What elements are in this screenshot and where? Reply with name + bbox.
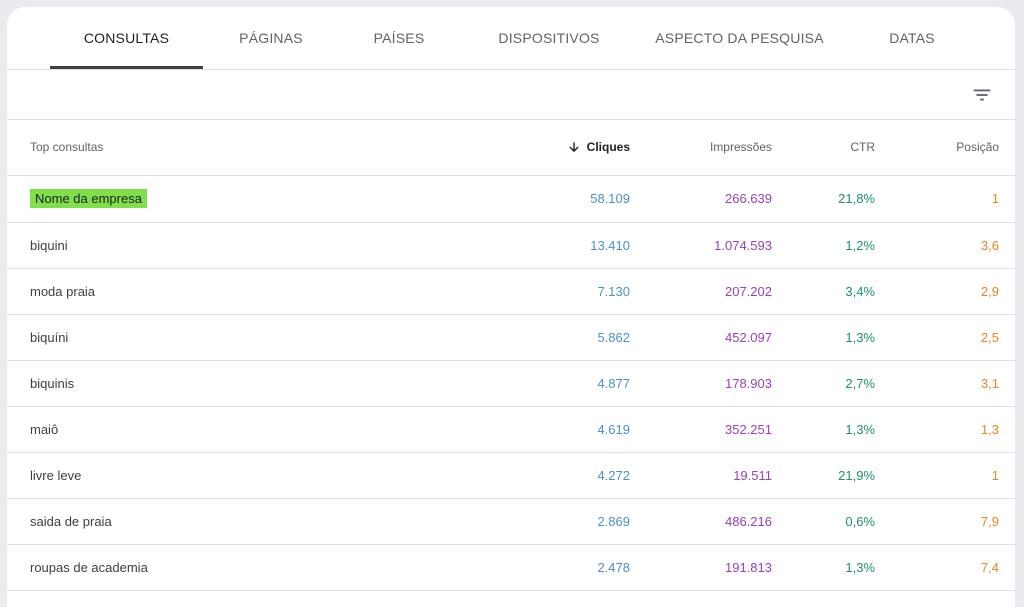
table-row[interactable]: biquinis 4.877 178.903 2,7% 3,1	[7, 361, 1015, 407]
tab-paginas[interactable]: PÁGINAS	[221, 7, 321, 69]
query-cell: roupas de academia	[30, 560, 148, 575]
impressions-cell: 266.639	[725, 191, 772, 206]
query-cell: moda praia	[30, 284, 96, 299]
ctr-cell: 1,3%	[845, 560, 875, 575]
table-header: Top consultas Cliques Impressões CTR Pos…	[7, 120, 1015, 176]
table-row[interactable]: biquini 13.410 1.074.593 1,2% 3,6	[7, 223, 1015, 269]
position-cell: 1,3	[980, 422, 999, 437]
column-header-impressions[interactable]: Impressões	[710, 120, 772, 175]
query-cell: biquini	[30, 238, 68, 253]
ctr-cell: 21,8%	[838, 191, 875, 206]
ctr-cell: 1,3%	[845, 422, 875, 437]
query-cell: Nome da empresa	[30, 176, 147, 221]
clicks-cell: 2.478	[597, 560, 630, 575]
table-row[interactable]: biquíni 5.862 452.097 1,3% 2,5	[7, 315, 1015, 361]
query-cell: maiô	[30, 422, 59, 437]
tab-paises[interactable]: PAÍSES	[359, 7, 439, 69]
query-cell: biquíni	[30, 330, 69, 345]
clicks-cell: 7.130	[597, 284, 630, 299]
table-row[interactable]: moda praia 7.130 207.202 3,4% 2,9	[7, 269, 1015, 315]
tab-dispositivos[interactable]: DISPOSITIVOS	[484, 7, 614, 69]
arrow-down-icon	[569, 142, 579, 153]
impressions-cell: 486.216	[725, 514, 772, 529]
clicks-cell: 5.862	[597, 330, 630, 345]
column-header-clicks[interactable]: Cliques	[569, 120, 630, 175]
impressions-cell: 1.074.593	[714, 238, 772, 253]
active-tab-indicator	[50, 66, 203, 69]
ctr-cell: 1,2%	[845, 238, 875, 253]
position-cell: 3,6	[980, 238, 999, 253]
column-header-clicks-label: Cliques	[586, 140, 630, 154]
position-cell: 3,1	[980, 376, 999, 391]
filter-bar	[7, 70, 1015, 120]
highlighted-query: Nome da empresa	[30, 189, 147, 208]
ctr-cell: 2,7%	[845, 376, 875, 391]
column-header-ctr[interactable]: CTR	[850, 120, 875, 175]
clicks-cell: 4.272	[597, 468, 630, 483]
impressions-cell: 207.202	[725, 284, 772, 299]
filter-list-icon[interactable]	[971, 84, 993, 106]
position-cell: 7,4	[980, 560, 999, 575]
clicks-cell: 2.869	[597, 514, 630, 529]
ctr-cell: 21,9%	[838, 468, 875, 483]
table-row[interactable]: saida de praia 2.869 486.216 0,6% 7,9	[7, 499, 1015, 545]
ctr-cell: 0,6%	[845, 514, 875, 529]
position-cell: 1	[991, 468, 999, 483]
impressions-cell: 178.903	[725, 376, 772, 391]
position-cell: 2,5	[980, 330, 999, 345]
table-row[interactable]: livre leve 4.272 19.511 21,9% 1	[7, 453, 1015, 499]
table-row[interactable]: roupas de academia 2.478 191.813 1,3% 7,…	[7, 545, 1015, 591]
clicks-cell: 13.410	[590, 238, 630, 253]
position-cell: 2,9	[980, 284, 999, 299]
performance-card: CONSULTAS PÁGINAS PAÍSES DISPOSITIVOS AS…	[7, 7, 1015, 607]
query-cell: biquinis	[30, 376, 75, 391]
impressions-cell: 352.251	[725, 422, 772, 437]
column-header-position[interactable]: Posição	[956, 120, 999, 175]
query-cell: saida de praia	[30, 514, 112, 529]
clicks-cell: 4.619	[597, 422, 630, 437]
clicks-cell: 4.877	[597, 376, 630, 391]
tab-datas[interactable]: DATAS	[872, 7, 952, 69]
ctr-cell: 3,4%	[845, 284, 875, 299]
impressions-cell: 19.511	[733, 468, 772, 483]
ctr-cell: 1,3%	[845, 330, 875, 345]
column-header-query[interactable]: Top consultas	[30, 120, 103, 175]
position-cell: 7,9	[980, 514, 999, 529]
table-row[interactable]: maiô 4.619 352.251 1,3% 1,3	[7, 407, 1015, 453]
tab-bar: CONSULTAS PÁGINAS PAÍSES DISPOSITIVOS AS…	[7, 7, 1015, 70]
clicks-cell: 58.109	[590, 191, 630, 206]
tab-consultas[interactable]: CONSULTAS	[50, 7, 203, 69]
queries-table: Top consultas Cliques Impressões CTR Pos…	[7, 120, 1015, 591]
table-row[interactable]: Nome da empresa 58.109 266.639 21,8% 1	[7, 176, 1015, 223]
tab-aspecto-da-pesquisa[interactable]: ASPECTO DA PESQUISA	[652, 7, 827, 69]
impressions-cell: 191.813	[725, 560, 772, 575]
impressions-cell: 452.097	[725, 330, 772, 345]
position-cell: 1	[991, 191, 999, 206]
query-cell: livre leve	[30, 468, 82, 483]
